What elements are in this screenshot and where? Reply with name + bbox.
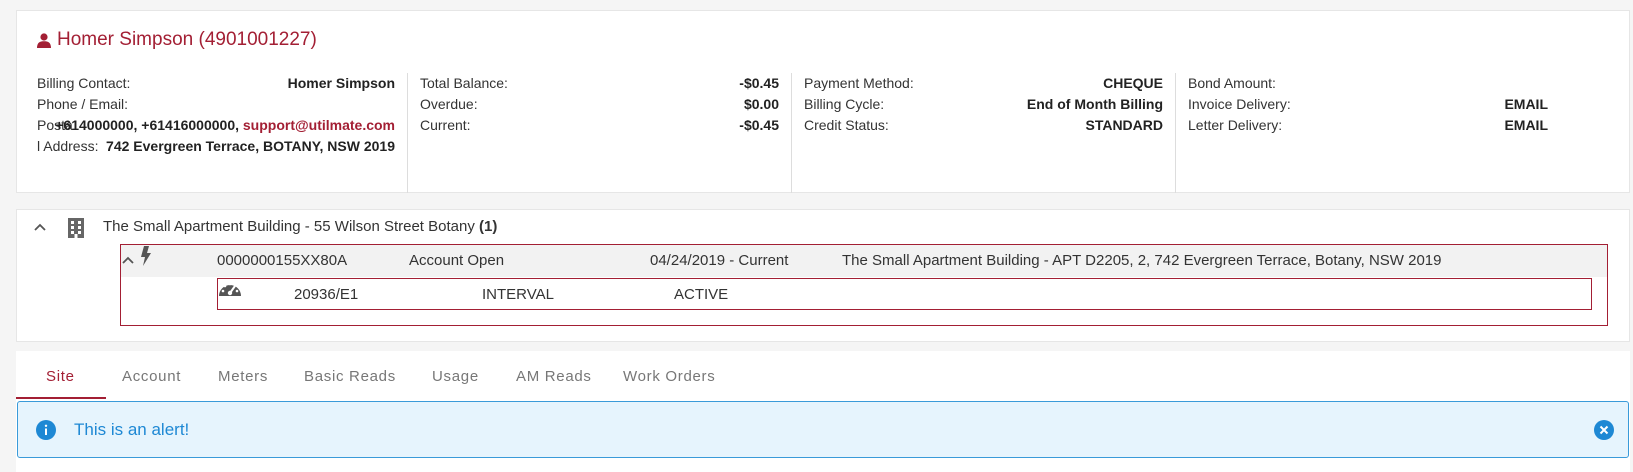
- postal-row-2: l Address: 742 Evergreen Terrace, BOTANY…: [37, 136, 407, 157]
- user-icon: [37, 32, 51, 48]
- total-balance-label: Total Balance:: [420, 75, 508, 91]
- phone-numbers: +614000000, +61416000000,: [55, 117, 239, 133]
- account-row[interactable]: 0000000155XX80A Account Open 04/24/2019 …: [121, 245, 1607, 277]
- gauge-icon: [219, 282, 241, 296]
- phone-email-row: Phone / Email:: [37, 94, 407, 115]
- bond-amount-label: Bond Amount:: [1188, 75, 1276, 91]
- tab-meters[interactable]: Meters: [218, 368, 268, 385]
- credit-status-label: Credit Status:: [804, 117, 889, 133]
- billing-column: Payment Method: CHEQUE Billing Cycle: En…: [804, 73, 1176, 193]
- invoice-delivery-value: EMAIL: [1504, 96, 1548, 112]
- postal-address-value: 742 Evergreen Terrace, BOTANY, NSW 2019: [106, 138, 395, 154]
- invoice-delivery-label: Invoice Delivery:: [1188, 96, 1291, 112]
- meter-row[interactable]: 20936/E1 INTERVAL ACTIVE: [217, 278, 1592, 310]
- meter-id: 20936/E1: [294, 286, 359, 303]
- info-alert: This is an alert!: [17, 401, 1629, 458]
- billing-cycle-label: Billing Cycle:: [804, 96, 885, 112]
- close-icon[interactable]: [1594, 420, 1614, 440]
- building-icon: [68, 218, 84, 238]
- property-count: (1): [479, 218, 498, 235]
- info-icon: [36, 420, 56, 440]
- tabs-section: Site Account Meters Basic Reads Usage AM…: [16, 351, 1630, 472]
- billing-cycle-value: End of Month Billing: [1026, 96, 1163, 112]
- customer-summary-card: Homer Simpson (4901001227) Billing Conta…: [16, 10, 1630, 193]
- chevron-up-icon[interactable]: [121, 253, 135, 267]
- current-label: Current:: [420, 117, 471, 133]
- billing-contact-label: Billing Contact:: [37, 75, 131, 91]
- billing-contact-row: Billing Contact: Homer Simpson: [37, 73, 407, 94]
- balance-column: Total Balance: -$0.45 Overdue: $0.00 Cur…: [420, 73, 792, 193]
- active-tab-indicator: [16, 397, 106, 399]
- account-address: The Small Apartment Building - APT D2205…: [842, 252, 1442, 269]
- account-period: 04/24/2019 - Current: [650, 252, 789, 269]
- tab-work-orders[interactable]: Work Orders: [623, 368, 715, 385]
- chevron-up-icon[interactable]: [33, 220, 47, 234]
- tab-bar: Site Account Meters Basic Reads Usage AM…: [16, 351, 1630, 399]
- account-number: 0000000155XX80A: [217, 252, 348, 269]
- account-status: Account Open: [409, 252, 505, 269]
- tab-usage[interactable]: Usage: [432, 368, 479, 385]
- letter-delivery-label: Letter Delivery:: [1188, 117, 1283, 133]
- customer-title: Homer Simpson (4901001227): [37, 29, 317, 51]
- property-header[interactable]: The Small Apartment Building - 55 Wilson…: [17, 210, 1629, 244]
- property-title: The Small Apartment Building - 55 Wilson…: [103, 218, 497, 235]
- credit-status-value: STANDARD: [1085, 117, 1163, 133]
- account-box: 0000000155XX80A Account Open 04/24/2019 …: [120, 244, 1608, 326]
- phone-email-label: Phone / Email:: [37, 96, 129, 112]
- property-card: The Small Apartment Building - 55 Wilson…: [16, 209, 1630, 342]
- meter-type: INTERVAL: [482, 286, 554, 303]
- tab-account[interactable]: Account: [122, 368, 181, 385]
- letter-delivery-value: EMAIL: [1504, 117, 1548, 133]
- payment-method-value: CHEQUE: [1103, 75, 1163, 91]
- billing-contact-value: Homer Simpson: [287, 75, 395, 91]
- alert-message: This is an alert!: [74, 420, 190, 439]
- lightning-icon: [141, 246, 152, 266]
- email-link[interactable]: support@utilmate.com: [243, 117, 395, 133]
- tab-site[interactable]: Site: [46, 368, 75, 385]
- tab-am-reads[interactable]: AM Reads: [516, 368, 592, 385]
- overdue-value: $0.00: [743, 96, 779, 112]
- customer-name: Homer Simpson (4901001227): [57, 29, 317, 50]
- postal-row-1: Posta +614000000, +61416000000, support@…: [37, 115, 407, 136]
- postal-label-part-2: l Address:: [37, 138, 99, 154]
- tab-basic-reads[interactable]: Basic Reads: [304, 368, 396, 385]
- property-name: The Small Apartment Building - 55 Wilson…: [103, 218, 475, 235]
- total-balance-value: -$0.45: [739, 75, 779, 91]
- meter-status: ACTIVE: [674, 286, 729, 303]
- overdue-label: Overdue:: [420, 96, 478, 112]
- delivery-column: Bond Amount: Invoice Delivery: EMAIL Let…: [1188, 73, 1560, 193]
- payment-method-label: Payment Method:: [804, 75, 914, 91]
- contact-column: Billing Contact: Homer Simpson Phone / E…: [37, 73, 408, 193]
- current-value: -$0.45: [739, 117, 779, 133]
